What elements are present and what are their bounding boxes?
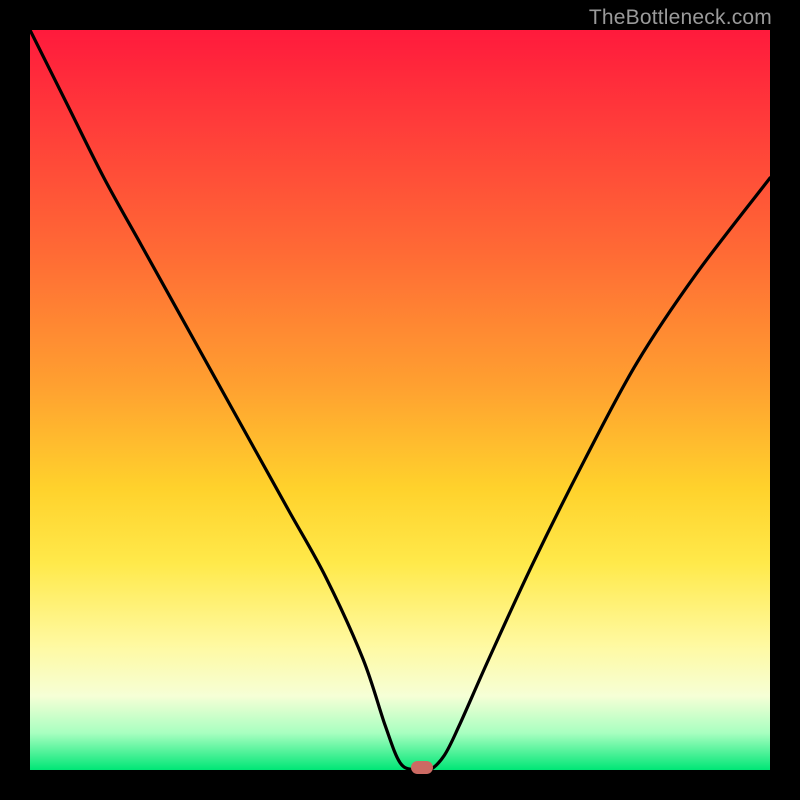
watermark-text: TheBottleneck.com xyxy=(589,6,772,30)
plot-area xyxy=(30,30,770,770)
bottleneck-curve xyxy=(30,30,770,770)
chart-frame: TheBottleneck.com xyxy=(0,0,800,800)
optimal-point-marker xyxy=(411,761,433,774)
